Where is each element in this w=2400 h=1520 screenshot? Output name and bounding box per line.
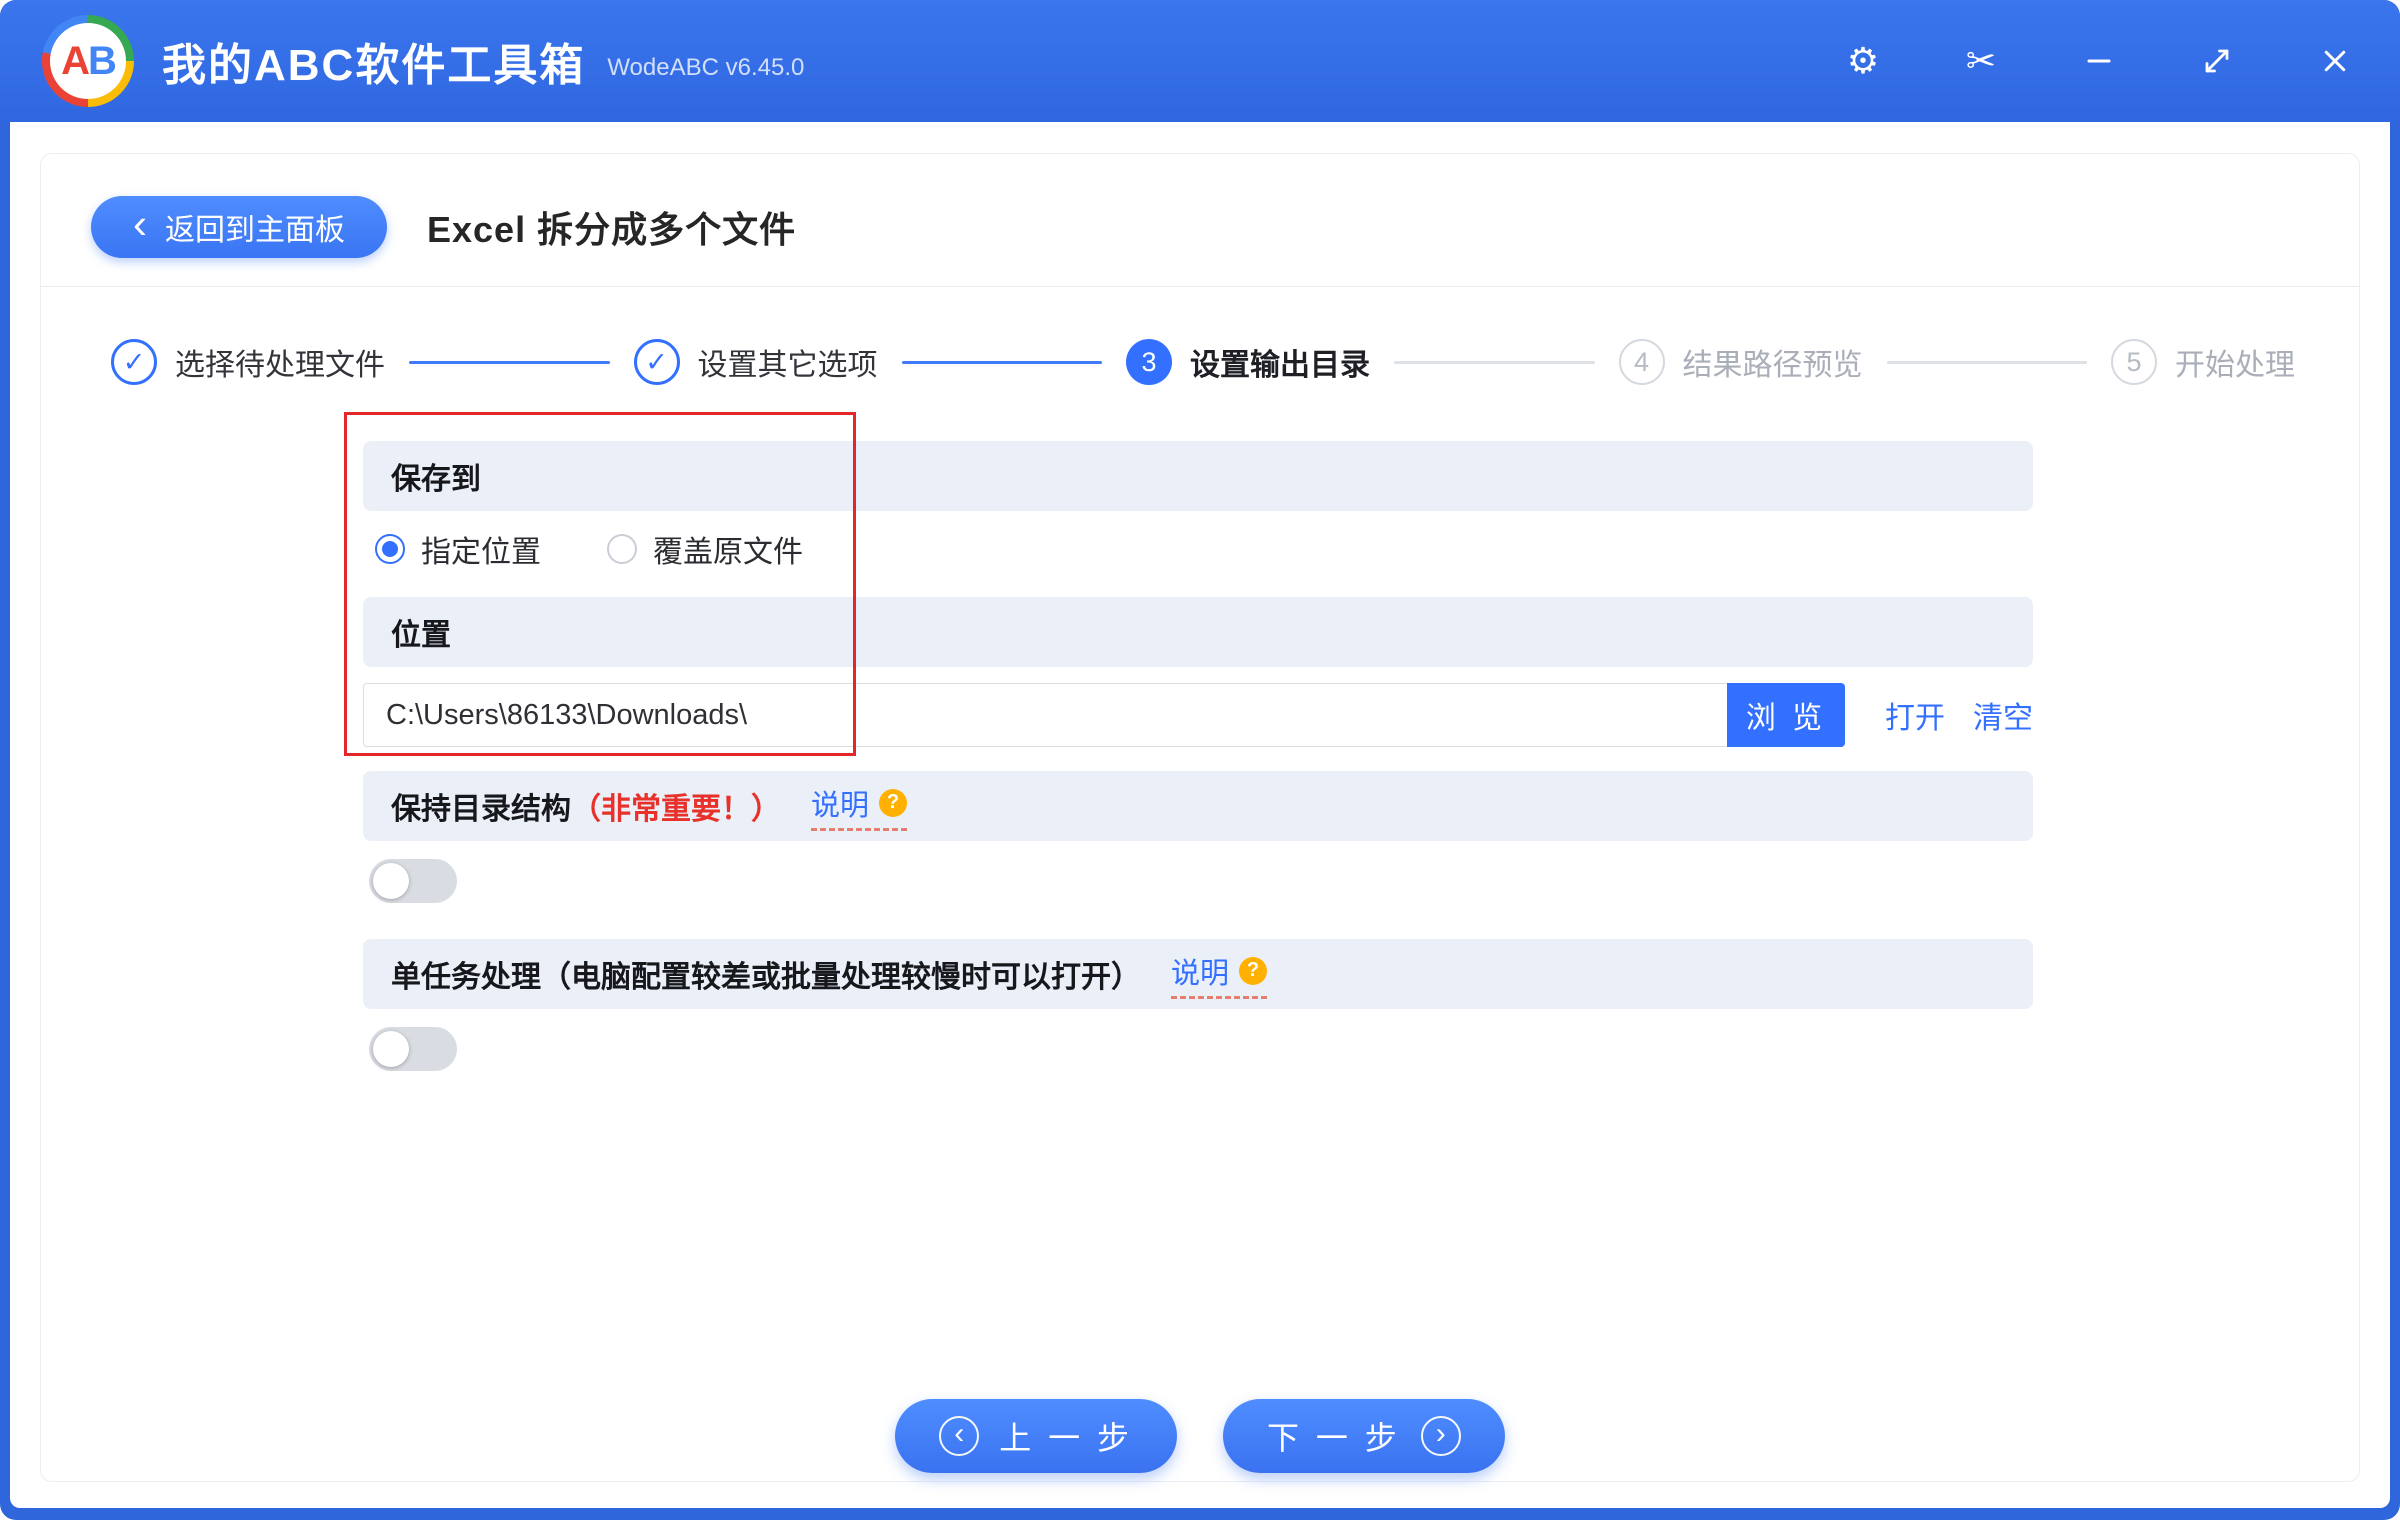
titlebar: AB 我的ABC软件工具箱 WodeABC v6.45.0 ⚙ ✂ bbox=[0, 0, 2400, 122]
radio-selected-icon bbox=[375, 534, 405, 564]
logo-letter-b: B bbox=[88, 39, 115, 84]
help-link-label: 说明 bbox=[1171, 950, 1229, 992]
step-4-label: 结果路径预览 bbox=[1683, 340, 1863, 384]
single-task-toggle[interactable] bbox=[369, 1027, 457, 1071]
app-logo-text: AB bbox=[50, 23, 126, 99]
logo-letter-a: A bbox=[61, 39, 88, 84]
settings-content: 保存到 指定位置 覆盖原文件 位置 bbox=[363, 441, 2033, 1071]
clear-path-link[interactable]: 清空 bbox=[1973, 693, 2033, 737]
location-title: 位置 bbox=[391, 610, 451, 654]
step-1-label: 选择待处理文件 bbox=[175, 340, 385, 384]
output-path-row: 浏 览 打开 清空 bbox=[363, 683, 2033, 747]
single-task-title: 单任务处理（电脑配置较差或批量处理较慢时可以打开） bbox=[391, 952, 1141, 996]
window-body: ‹ 返回到主面板 Excel 拆分成多个文件 ✓ 选择待处理文件 ✓ 设置其它选… bbox=[10, 122, 2390, 1508]
minimize-icon[interactable] bbox=[2076, 38, 2122, 84]
app-logo: AB bbox=[42, 15, 134, 107]
step-2-check-icon: ✓ bbox=[634, 339, 680, 385]
radio-overwrite-label: 覆盖原文件 bbox=[653, 527, 803, 571]
help-link-label: 说明 bbox=[811, 782, 869, 824]
radio-specified-location[interactable]: 指定位置 bbox=[375, 527, 541, 571]
step-3-number: 3 bbox=[1126, 339, 1172, 385]
output-path-input[interactable] bbox=[363, 683, 1727, 747]
save-to-section-header: 保存到 bbox=[363, 441, 2033, 511]
step-2: ✓ 设置其它选项 bbox=[634, 339, 878, 385]
settings-gear-icon[interactable]: ⚙ bbox=[1840, 38, 1886, 84]
step-connector-2 bbox=[902, 361, 1103, 364]
keep-structure-help-link[interactable]: 说明 ? bbox=[811, 782, 907, 831]
step-4-number: 4 bbox=[1619, 339, 1665, 385]
step-connector-4 bbox=[1887, 361, 2088, 364]
step-connector-1 bbox=[409, 361, 610, 364]
step-5-label: 开始处理 bbox=[2175, 340, 2295, 384]
back-to-main-button[interactable]: ‹ 返回到主面板 bbox=[91, 196, 387, 258]
single-task-section-header: 单任务处理（电脑配置较差或批量处理较慢时可以打开） 说明 ? bbox=[363, 939, 2033, 1009]
keep-structure-title: 保持目录结构 bbox=[391, 784, 571, 828]
keep-structure-toggle[interactable] bbox=[369, 859, 457, 903]
location-section-header: 位置 bbox=[363, 597, 2033, 667]
scissors-icon[interactable]: ✂ bbox=[1958, 38, 2004, 84]
keep-structure-section-header: 保持目录结构 （非常重要！） 说明 ? bbox=[363, 771, 2033, 841]
chevron-left-icon: ‹ bbox=[133, 203, 147, 245]
previous-step-label: 上 一 步 bbox=[999, 1413, 1133, 1459]
next-step-label: 下 一 步 bbox=[1267, 1413, 1401, 1459]
step-indicator: ✓ 选择待处理文件 ✓ 设置其它选项 3 设置输出目录 4 结果路径预览 bbox=[111, 339, 2295, 385]
step-2-label: 设置其它选项 bbox=[698, 340, 878, 384]
step-5: 5 开始处理 bbox=[2111, 339, 2295, 385]
browse-button[interactable]: 浏 览 bbox=[1727, 683, 1845, 747]
app-window: AB 我的ABC软件工具箱 WodeABC v6.45.0 ⚙ ✂ ‹ bbox=[0, 0, 2400, 1520]
save-to-options: 指定位置 覆盖原文件 bbox=[375, 527, 2033, 571]
fullscreen-icon[interactable] bbox=[2194, 38, 2240, 84]
step-5-number: 5 bbox=[2111, 339, 2157, 385]
radio-specified-label: 指定位置 bbox=[421, 527, 541, 571]
step-1: ✓ 选择待处理文件 bbox=[111, 339, 385, 385]
question-mark-icon: ? bbox=[879, 789, 907, 817]
app-title: 我的ABC软件工具箱 bbox=[162, 29, 585, 93]
toggle-knob bbox=[373, 1031, 409, 1067]
toggle-knob bbox=[373, 863, 409, 899]
step-4: 4 结果路径预览 bbox=[1619, 339, 1863, 385]
circle-arrow-right-icon: › bbox=[1421, 1416, 1461, 1456]
save-to-title: 保存到 bbox=[391, 454, 481, 498]
back-button-label: 返回到主面板 bbox=[165, 205, 345, 249]
main-card: ‹ 返回到主面板 Excel 拆分成多个文件 ✓ 选择待处理文件 ✓ 设置其它选… bbox=[40, 153, 2360, 1482]
step-3-label: 设置输出目录 bbox=[1190, 340, 1370, 384]
open-folder-link[interactable]: 打开 bbox=[1885, 693, 1945, 737]
single-task-help-link[interactable]: 说明 ? bbox=[1171, 950, 1267, 999]
wizard-footer: ‹ 上 一 步 下 一 步 › bbox=[41, 1399, 2359, 1473]
next-step-button[interactable]: 下 一 步 › bbox=[1223, 1399, 1505, 1473]
header-divider bbox=[41, 286, 2359, 287]
keep-structure-important-note: （非常重要！） bbox=[571, 784, 781, 828]
circle-arrow-left-icon: ‹ bbox=[939, 1416, 979, 1456]
radio-overwrite-original[interactable]: 覆盖原文件 bbox=[607, 527, 803, 571]
radio-unselected-icon bbox=[607, 534, 637, 564]
card-header: ‹ 返回到主面板 Excel 拆分成多个文件 bbox=[41, 154, 2359, 258]
question-mark-icon: ? bbox=[1239, 957, 1267, 985]
step-1-check-icon: ✓ bbox=[111, 339, 157, 385]
previous-step-button[interactable]: ‹ 上 一 步 bbox=[895, 1399, 1177, 1473]
app-version: WodeABC v6.45.0 bbox=[607, 54, 804, 82]
page-title: Excel 拆分成多个文件 bbox=[427, 201, 796, 253]
close-icon[interactable] bbox=[2312, 38, 2358, 84]
step-connector-3 bbox=[1394, 361, 1595, 364]
step-3: 3 设置输出目录 bbox=[1126, 339, 1370, 385]
window-controls: ⚙ ✂ bbox=[1840, 38, 2358, 84]
